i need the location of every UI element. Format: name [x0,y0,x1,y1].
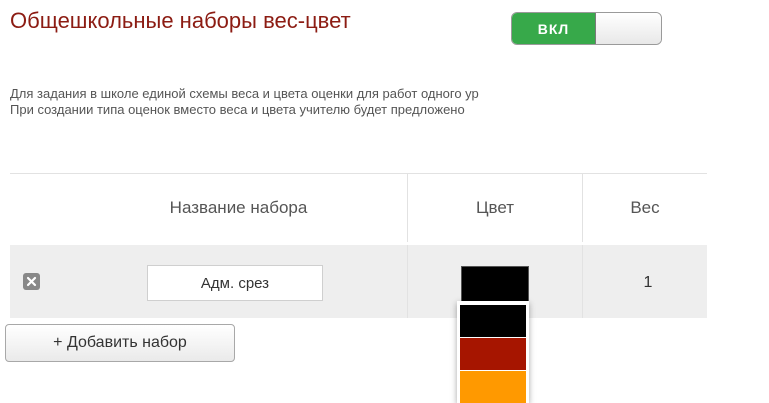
color-swatch[interactable] [461,266,529,302]
description-line-2: При создании типа оценок вместо веса и ц… [10,102,465,117]
header-weight: Вес [630,198,660,217]
close-icon [26,276,37,287]
add-set-button[interactable]: + Добавить набор [5,324,235,362]
sets-table: Название набора Цвет Вес 1 [10,173,707,318]
sets-toggle[interactable]: ВКЛ [511,12,662,45]
delete-row-button[interactable] [23,273,40,290]
row-divider [407,245,408,318]
set-name-input[interactable] [147,265,323,301]
table-row: 1 [10,245,707,318]
description-line-1: Для задания в школе единой схемы веса и … [10,86,479,101]
toggle-knob[interactable] [596,13,661,44]
toggle-label: ВКЛ [537,20,570,37]
color-option-orange[interactable] [460,371,526,403]
header-name: Название набора [169,198,308,217]
color-option-black[interactable] [460,305,526,337]
row-divider [582,245,583,318]
color-option-red[interactable] [460,338,526,370]
table-header: Название набора Цвет Вес [10,173,707,242]
color-dropdown[interactable] [457,301,529,403]
toggle-on-part[interactable]: ВКЛ [512,13,596,44]
description: Для задания в школе единой схемы веса и … [10,86,765,118]
header-color: Цвет [475,198,515,217]
weight-value[interactable]: 1 [608,265,688,301]
page-title: Общешкольные наборы вес-цвет [10,8,351,33]
